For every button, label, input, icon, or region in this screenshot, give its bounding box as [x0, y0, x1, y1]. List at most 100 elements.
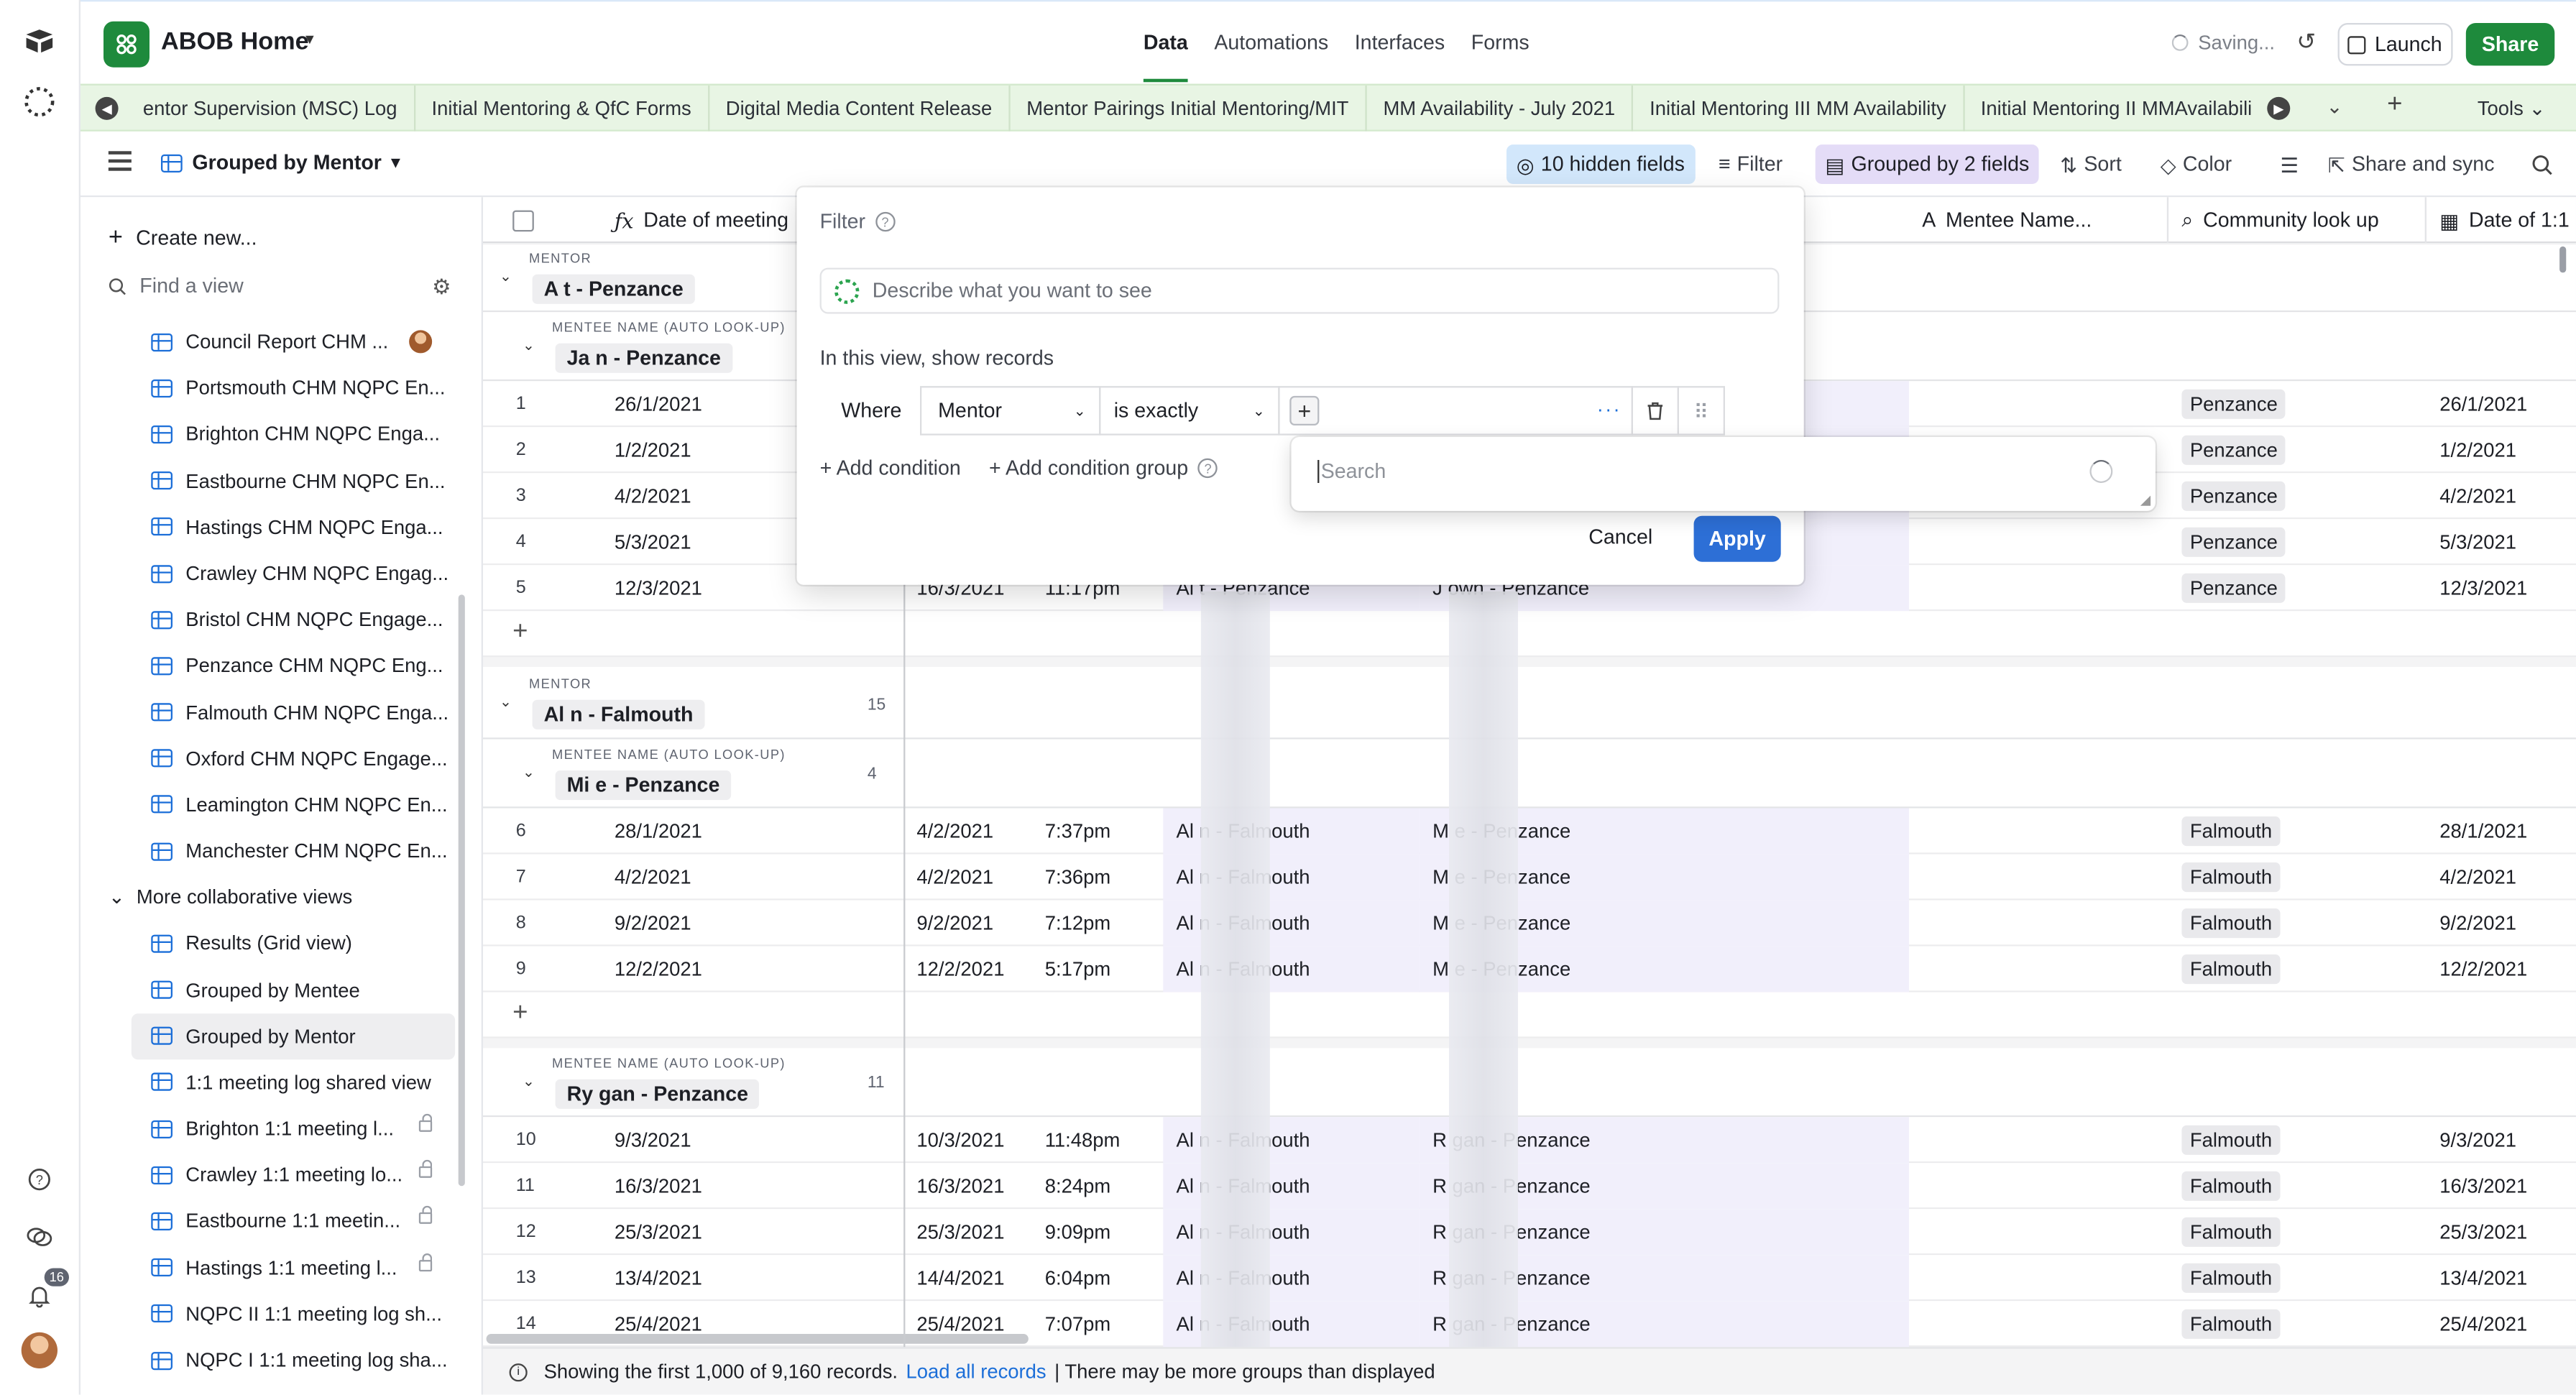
- base-icon[interactable]: [103, 21, 150, 68]
- sidebar-view-item[interactable]: Grouped by Mentee: [132, 967, 455, 1013]
- history-icon[interactable]: ↺: [2296, 28, 2316, 56]
- row-height-icon[interactable]: ☰: [2271, 144, 2309, 184]
- table-row[interactable]: 1116/3/202116/3/20218:24pmAl n - Falmout…: [482, 1163, 2576, 1210]
- sidebar-view-item[interactable]: Crawley CHM NQPC Engag...: [132, 551, 455, 597]
- sidebar-view-item[interactable]: Council Report CHM ...: [132, 318, 455, 364]
- sidebar-view-item[interactable]: Eastbourne CHM NQPC En...: [132, 458, 455, 504]
- drag-handle-icon[interactable]: ⠿: [1677, 386, 1725, 436]
- launch-button[interactable]: Launch: [2337, 22, 2453, 66]
- sidebar-view-item[interactable]: Hastings 1:1 meeting l...: [132, 1245, 455, 1291]
- add-value-icon[interactable]: +: [1289, 395, 1320, 425]
- grid-horizontal-scrollbar[interactable]: [486, 1333, 1029, 1344]
- share-sync-button[interactable]: ⇱ Share and sync: [2318, 144, 2504, 184]
- share-button[interactable]: Share: [2465, 22, 2555, 66]
- add-condition-group-button[interactable]: + Add condition group ?: [989, 456, 1218, 479]
- column-header-date-of-11[interactable]: ▦ Date of 1:1 m: [2426, 197, 2576, 243]
- help-icon[interactable]: ?: [875, 211, 896, 232]
- value-select[interactable]: + ···: [1278, 386, 1633, 436]
- table-row[interactable]: 74/2/20214/2/20217:36pmAl n - FalmouthM …: [482, 854, 2576, 901]
- mentor-group-name[interactable]: A t - Penzance: [532, 274, 695, 304]
- mentee-group-name[interactable]: Mi e - Penzance: [555, 770, 732, 801]
- sidebar-view-item[interactable]: Brighton 1:1 meeting l...: [132, 1105, 455, 1151]
- create-view-button[interactable]: + Create new...: [109, 224, 257, 252]
- table-tab[interactable]: MM Availability - July 2021: [1367, 85, 1634, 132]
- find-view-input[interactable]: Find a view: [109, 275, 244, 298]
- table-row[interactable]: 109/3/202110/3/202111:48pmAl n - Falmout…: [482, 1117, 2576, 1164]
- sidebar-view-item[interactable]: 1:1 meeting log shared view: [132, 1059, 455, 1105]
- ai-filter-input[interactable]: Describe what you want to see: [819, 267, 1780, 314]
- nav-forms[interactable]: Forms: [1471, 31, 1530, 54]
- cancel-button[interactable]: Cancel: [1588, 525, 1652, 548]
- search-icon[interactable]: [2522, 144, 2563, 184]
- chevron-down-icon[interactable]: ⌄: [523, 764, 535, 782]
- add-condition-button[interactable]: + Add condition: [820, 456, 961, 479]
- group-button[interactable]: ▤ Grouped by 2 fields: [1815, 144, 2040, 184]
- tools-menu[interactable]: Tools ⌄: [2478, 97, 2546, 120]
- add-table-icon[interactable]: +: [2387, 91, 2402, 120]
- mentee-group-name[interactable]: Ry gan - Penzance: [555, 1079, 760, 1109]
- sidebar-view-item[interactable]: Penzance CHM NQPC Eng...: [132, 643, 455, 689]
- help-icon[interactable]: ?: [1197, 458, 1218, 479]
- sidebar-view-item[interactable]: Manchester CHM NQPC En...: [132, 828, 455, 874]
- sidebar-view-item[interactable]: Falmouth CHM NQPC Enga...: [132, 689, 455, 735]
- sidebar-view-item[interactable]: Brighton CHM NQPC Enga...: [132, 411, 455, 457]
- table-row[interactable]: 1313/4/202114/4/20216:04pmAl n - Falmout…: [482, 1255, 2576, 1302]
- table-row[interactable]: 89/2/20219/2/20217:12pmAl n - FalmouthM …: [482, 900, 2576, 947]
- table-row[interactable]: 1225/3/202125/3/20219:09pmAl n - Falmout…: [482, 1209, 2576, 1256]
- column-header-mentee-name[interactable]: A Mentee Name...: [1909, 197, 2169, 244]
- nav-data[interactable]: Data: [1143, 31, 1188, 83]
- grid-vertical-scrollbar[interactable]: [2559, 246, 2567, 273]
- base-name[interactable]: ABOB Home: [161, 28, 309, 56]
- column-header-community[interactable]: ⌕ Community look up: [2168, 197, 2426, 244]
- chevron-down-icon[interactable]: ⌄: [500, 694, 512, 712]
- operator-select[interactable]: is exactly ⌄: [1099, 386, 1280, 436]
- table-tab[interactable]: Initial Mentoring II MMAvailabilit: [1964, 86, 2251, 132]
- sidebar-view-item[interactable]: Grouped by Mentor: [131, 1013, 456, 1059]
- hidden-fields-button[interactable]: ◎ 10 hidden fields: [1506, 144, 1695, 184]
- user-avatar[interactable]: [21, 1332, 58, 1368]
- scroll-left-icon[interactable]: ◀: [95, 96, 119, 120]
- value-search-input[interactable]: Search: [1317, 459, 1386, 483]
- sidebar-view-item[interactable]: Eastbourne 1:1 meetin...: [132, 1198, 455, 1244]
- apply-button[interactable]: Apply: [1693, 515, 1781, 562]
- gear-icon[interactable]: ⚙: [432, 275, 451, 301]
- sidebar-view-item[interactable]: NQPC II 1:1 meeting log sh...: [132, 1291, 455, 1337]
- add-record-row[interactable]: +: [482, 611, 2576, 658]
- chevron-down-icon[interactable]: ⌄: [2327, 96, 2343, 119]
- field-select[interactable]: Mentor ⌄: [919, 386, 1101, 436]
- add-record-row[interactable]: +: [482, 992, 2576, 1039]
- help-icon[interactable]: ?: [23, 1163, 56, 1196]
- sidebar-view-item[interactable]: Hastings CHM NQPC Enga...: [132, 504, 455, 550]
- sidebar-view-item[interactable]: Bristol CHM NQPC Engage...: [132, 597, 455, 643]
- table-tab[interactable]: entor Supervision (MSC) Log: [126, 85, 415, 132]
- table-tab[interactable]: Digital Media Content Release: [709, 85, 1011, 132]
- sidebar-view-item[interactable]: Crawley 1:1 meeting lo...: [132, 1152, 455, 1198]
- sidebar-view-item[interactable]: Portsmouth CHM NQPC En...: [132, 365, 455, 411]
- sort-button[interactable]: ⇅ Sort: [2051, 144, 2132, 184]
- table-tab[interactable]: Initial Mentoring & QfC Forms: [415, 85, 709, 132]
- table-row[interactable]: 628/1/20214/2/20217:37pmAl n - FalmouthM…: [482, 808, 2576, 855]
- table-tab[interactable]: Initial Mentoring III MM Availability: [1633, 85, 1964, 132]
- table-tab[interactable]: Mentor Pairings Initial Mentoring/MIT: [1010, 85, 1367, 132]
- load-all-records-link[interactable]: Load all records: [906, 1361, 1046, 1384]
- resize-grip-icon[interactable]: ◢: [2140, 493, 2150, 508]
- nav-interfaces[interactable]: Interfaces: [1355, 31, 1445, 54]
- chevron-down-icon[interactable]: ⌄: [500, 268, 512, 286]
- airtable-logo-icon[interactable]: [23, 24, 56, 57]
- chevron-down-icon[interactable]: ▾: [305, 31, 313, 49]
- sidebar-view-item[interactable]: Oxford CHM NQPC Engage...: [132, 735, 455, 781]
- view-switcher[interactable]: Grouped by Mentor ▾: [160, 151, 400, 174]
- collab-views-section[interactable]: ⌄ More collaborative views: [109, 875, 455, 921]
- trash-icon[interactable]: [1631, 386, 1679, 436]
- community-icon[interactable]: [23, 1220, 56, 1253]
- sidebar-view-item[interactable]: Results (Grid view): [132, 921, 455, 967]
- chevron-down-icon[interactable]: ⌄: [523, 337, 535, 355]
- mentee-group-name[interactable]: Ja n - Penzance: [555, 343, 732, 373]
- nav-automations[interactable]: Automations: [1214, 31, 1328, 54]
- chevron-down-icon[interactable]: ⌄: [523, 1073, 535, 1091]
- hamburger-icon[interactable]: [108, 151, 132, 175]
- sidebar-view-item[interactable]: Leamington CHM NQPC En...: [132, 782, 455, 828]
- more-options-icon[interactable]: ···: [1597, 397, 1622, 420]
- select-all-checkbox[interactable]: [483, 197, 602, 243]
- color-button[interactable]: ◇ Color: [2150, 144, 2242, 184]
